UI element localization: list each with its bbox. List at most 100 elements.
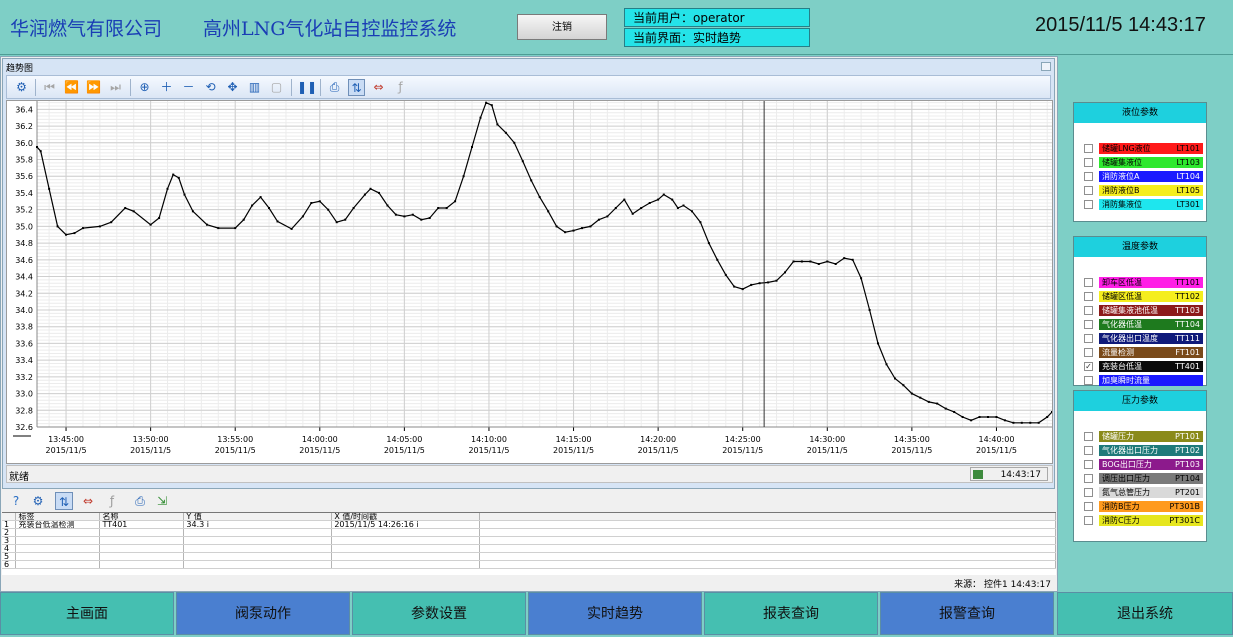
export-icon[interactable]: ⇲ [153, 492, 171, 510]
param-tag[interactable]: 调压出口压力 PT104 [1099, 473, 1203, 484]
zoom-in-icon[interactable]: ＋ [158, 79, 175, 96]
col-header-x[interactable]: X 值/时间戳 [331, 513, 481, 521]
nav-parameter-settings[interactable]: 参数设置 [352, 592, 526, 635]
ruler-tool-icon[interactable]: ⇔ [370, 79, 387, 96]
table-row[interactable]: 1 充装台低温检测 TT401 34.3 i 2015/11/5 14:26:16 i [2, 520, 1056, 529]
param-row[interactable]: 消防液位B LT105 [1084, 185, 1204, 196]
pan-icon[interactable]: ✥ [224, 79, 241, 96]
param-checkbox[interactable]: ✓ [1084, 362, 1093, 371]
param-tag[interactable]: 消防集液位 LT301 [1099, 199, 1203, 210]
param-tag[interactable]: 消防C压力 PT301C [1099, 515, 1203, 526]
param-checkbox[interactable] [1084, 158, 1093, 167]
cursor-tool-icon[interactable]: ⇅ [55, 492, 73, 510]
param-row[interactable]: 储罐集液位 LT103 [1084, 157, 1204, 168]
param-row[interactable]: 气化器低温 TT104 [1084, 319, 1204, 330]
nav-realtime-trend[interactable]: 实时趋势 [528, 592, 702, 635]
param-checkbox[interactable] [1084, 432, 1093, 441]
param-checkbox[interactable] [1084, 292, 1093, 301]
col-header-y[interactable]: Y 值 [183, 513, 333, 521]
trend-chart[interactable]: 36.4 36.2 36.0 35.8 35.6 35.4 35.2 35.0 34.8 34.6… [6, 100, 1053, 464]
param-tag[interactable]: BOG出口压力 PT103 [1099, 459, 1203, 470]
print-icon[interactable]: ⎙ [131, 492, 149, 510]
param-tag[interactable]: 气化器出口压力 PT102 [1099, 445, 1203, 456]
param-row[interactable]: 消防集液位 LT301 [1084, 199, 1204, 210]
param-checkbox[interactable] [1084, 488, 1093, 497]
param-checkbox[interactable] [1084, 474, 1093, 483]
scale-icon[interactable]: ▥ [246, 79, 263, 96]
table-row[interactable]: 2 [2, 528, 1056, 537]
properties-icon[interactable]: ⚙ [13, 79, 30, 96]
param-tag[interactable]: 氮气总管压力 PT201 [1099, 487, 1203, 498]
param-checkbox[interactable] [1084, 502, 1093, 511]
previous-page-icon[interactable]: ⏪ [63, 79, 80, 96]
param-row[interactable]: 消防B压力 PT301B [1084, 501, 1204, 512]
nav-main-screen[interactable]: 主画面 [0, 592, 174, 635]
param-tag[interactable]: 气化器出口温度 TT111 [1099, 333, 1203, 344]
param-row[interactable]: 流量检测 FT101 [1084, 347, 1204, 358]
param-checkbox[interactable] [1084, 334, 1093, 343]
param-checkbox[interactable] [1084, 200, 1093, 209]
param-checkbox[interactable] [1084, 446, 1093, 455]
table-row[interactable]: 6 [2, 560, 1056, 569]
ruler-tool-icon[interactable]: ⇔ [79, 492, 97, 510]
nav-valve-pump[interactable]: 阀泵动作 [176, 592, 350, 635]
cursor-tool-icon[interactable]: ⇅ [348, 79, 365, 96]
table-row[interactable]: 5 [2, 552, 1056, 561]
param-tag[interactable]: 储罐集液位 LT103 [1099, 157, 1203, 168]
param-checkbox[interactable] [1084, 306, 1093, 315]
param-tag[interactable]: 消防B压力 PT301B [1099, 501, 1203, 512]
param-row[interactable]: 消防液位A LT104 [1084, 171, 1204, 182]
zoom-area-icon[interactable]: ⊕ [136, 79, 153, 96]
properties-icon[interactable]: ⚙ [29, 492, 47, 510]
param-tag[interactable]: 卸车区低温 TT101 [1099, 277, 1203, 288]
param-tag[interactable]: 储罐LNG液位 LT101 [1099, 143, 1203, 154]
col-header-name[interactable]: 名称 [99, 513, 185, 521]
param-checkbox[interactable] [1084, 144, 1093, 153]
param-checkbox[interactable] [1084, 186, 1093, 195]
zoom-reset-icon[interactable]: ⟲ [202, 79, 219, 96]
param-row[interactable]: 储罐区低温 TT102 [1084, 291, 1204, 302]
param-row[interactable]: 氮气总管压力 PT201 [1084, 487, 1204, 498]
param-tag[interactable]: 气化器低温 TT104 [1099, 319, 1203, 330]
param-checkbox[interactable] [1084, 320, 1093, 329]
formula-icon[interactable]: ƒ [392, 79, 409, 96]
param-row[interactable]: 气化器出口温度 TT111 [1084, 333, 1204, 344]
nav-alarm-query[interactable]: 报警查询 [880, 592, 1054, 635]
logout-button[interactable]: 注销 [517, 14, 607, 40]
undo-zoom-icon[interactable]: ▢ [268, 79, 285, 96]
param-tag[interactable]: 充装台低温 TT401 [1099, 361, 1203, 372]
table-row[interactable]: 3 [2, 536, 1056, 545]
param-row[interactable]: 储罐压力 PT101 [1084, 431, 1204, 442]
param-checkbox[interactable] [1084, 376, 1093, 385]
param-tag[interactable]: 储罐集液池低温 TT103 [1099, 305, 1203, 316]
param-row[interactable]: 消防C压力 PT301C [1084, 515, 1204, 526]
table-row[interactable]: 4 [2, 544, 1056, 553]
param-tag[interactable]: 加臭瞬时流量 [1099, 375, 1203, 386]
param-row[interactable]: 调压出口压力 PT104 [1084, 473, 1204, 484]
window-restore-icon[interactable] [1041, 62, 1051, 71]
param-row[interactable]: 卸车区低温 TT101 [1084, 277, 1204, 288]
next-page-icon[interactable]: ⏩ [85, 79, 102, 96]
zoom-out-icon[interactable]: － [180, 79, 197, 96]
pause-icon[interactable]: ❚❚ [297, 79, 317, 96]
param-tag[interactable]: 储罐区低温 TT102 [1099, 291, 1203, 302]
param-row[interactable]: ✓ 充装台低温 TT401 [1084, 361, 1204, 372]
nav-report-query[interactable]: 报表查询 [704, 592, 878, 635]
first-page-icon[interactable]: ⏮ [41, 79, 58, 96]
print-icon[interactable]: ⎙ [326, 79, 343, 96]
help-icon[interactable]: ? [7, 492, 25, 510]
param-checkbox[interactable] [1084, 172, 1093, 181]
param-row[interactable]: 储罐集液池低温 TT103 [1084, 305, 1204, 316]
param-row[interactable]: 气化器出口压力 PT102 [1084, 445, 1204, 456]
param-tag[interactable]: 消防液位B LT105 [1099, 185, 1203, 196]
param-tag[interactable]: 储罐压力 PT101 [1099, 431, 1203, 442]
param-tag[interactable]: 消防液位A LT104 [1099, 171, 1203, 182]
param-checkbox[interactable] [1084, 278, 1093, 287]
nav-exit-system[interactable]: 退出系统 [1057, 592, 1233, 635]
param-checkbox[interactable] [1084, 348, 1093, 357]
last-page-icon[interactable]: ⏭ [107, 79, 124, 96]
param-checkbox[interactable] [1084, 460, 1093, 469]
param-row[interactable]: 加臭瞬时流量 [1084, 375, 1204, 386]
param-checkbox[interactable] [1084, 516, 1093, 525]
col-header-label[interactable]: 标签 [15, 513, 101, 521]
